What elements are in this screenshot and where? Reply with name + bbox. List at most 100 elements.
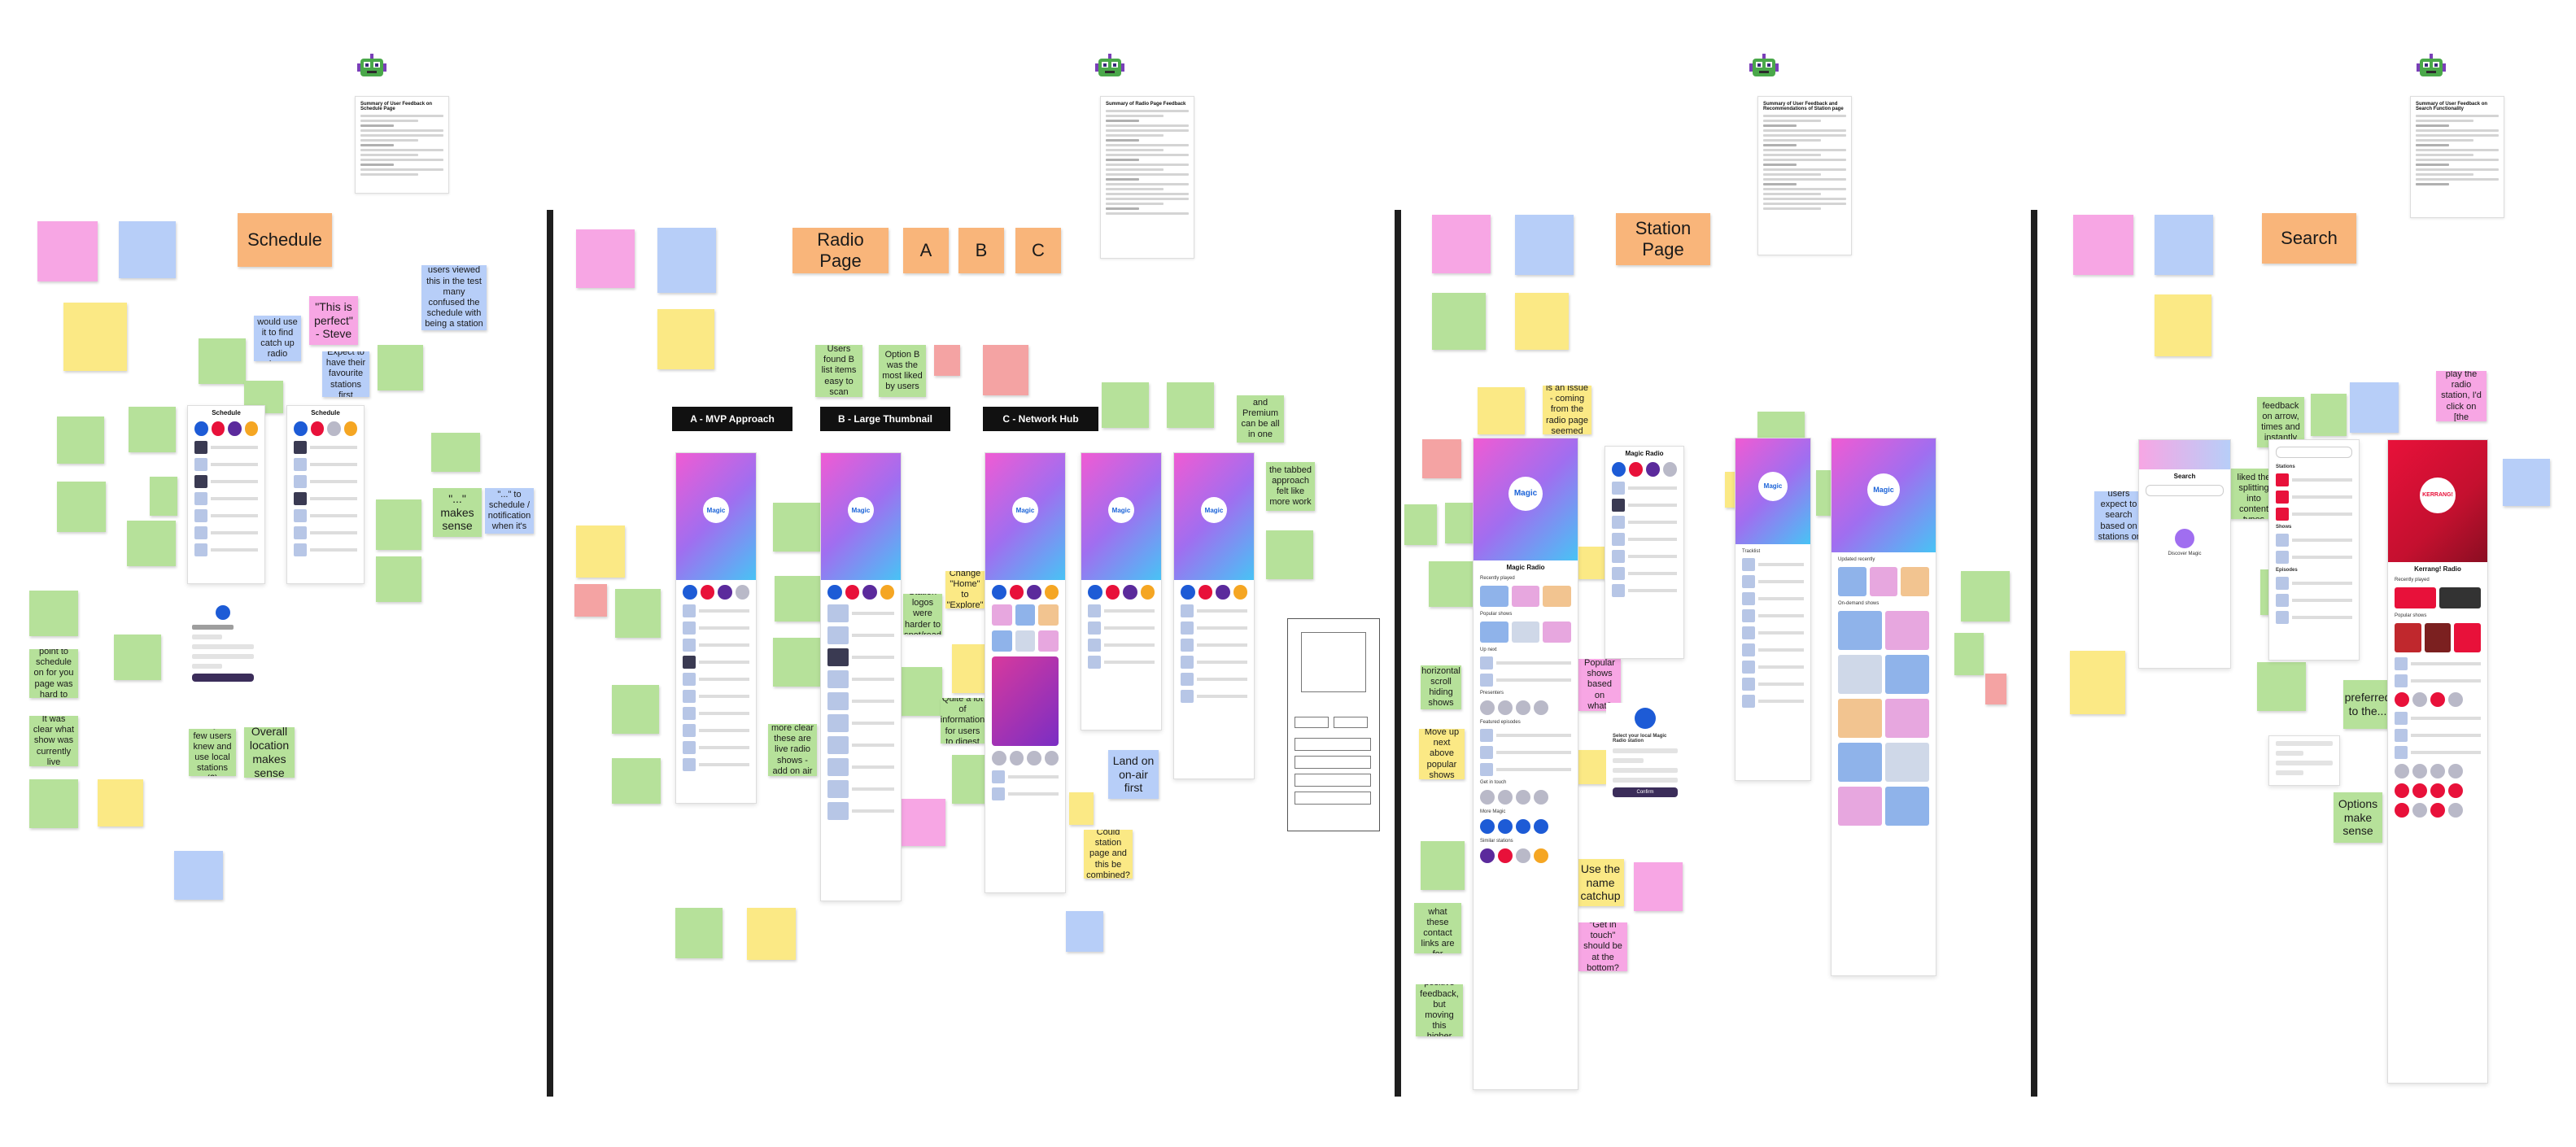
note-yellow[interactable] <box>98 779 143 826</box>
sticky-yellow-stack[interactable] <box>63 303 127 371</box>
note-move-up[interactable]: Move up next above popular shows <box>1419 729 1465 779</box>
note-option-b[interactable]: Option B was the most liked by users <box>879 345 926 397</box>
wireframe-mock[interactable] <box>1287 618 1380 831</box>
note-green[interactable] <box>612 758 661 804</box>
note-green[interactable] <box>199 338 246 384</box>
note-red[interactable] <box>1985 674 2006 704</box>
note-green[interactable] <box>29 779 78 828</box>
search-mock-results[interactable]: Stations Shows Episodes <box>2268 439 2360 661</box>
sticky-pink[interactable] <box>37 221 98 281</box>
note-catchup[interactable]: Some would use it to find catch up radio… <box>254 316 301 361</box>
note-green[interactable] <box>1102 382 1149 428</box>
search-report-doc[interactable]: Summary of User Feedback on Search Funct… <box>2410 96 2504 218</box>
note-red[interactable] <box>983 345 1028 395</box>
note-green[interactable] <box>1421 841 1465 890</box>
note-green[interactable] <box>376 556 421 602</box>
section-title-station-page[interactable]: Station Page <box>1616 213 1710 265</box>
note-green[interactable] <box>127 521 176 566</box>
radio-mock-c3[interactable]: Magic <box>1173 452 1255 779</box>
sticky-blue[interactable] <box>657 228 716 293</box>
note-tabbed[interactable]: the tabbed approach felt like more work <box>1266 462 1315 511</box>
sticky-yellow[interactable] <box>657 309 714 369</box>
tab-large-thumbnail[interactable]: B - Large Thumbnail <box>820 407 950 431</box>
note-green[interactable] <box>773 638 820 687</box>
radio-mock-c1[interactable]: Magic <box>985 452 1066 893</box>
schedule-report-doc[interactable]: Summary of User Feedback on Schedule Pag… <box>355 96 449 194</box>
note-change-home[interactable]: Change "Home" to "Explore" <box>945 571 985 608</box>
note-green[interactable] <box>57 482 106 532</box>
search-input[interactable] <box>2276 447 2352 458</box>
select-station-mock[interactable]: Select your local Magic Radio station Co… <box>1606 703 1684 833</box>
note-green[interactable] <box>57 416 104 464</box>
note-yellow[interactable] <box>576 526 625 578</box>
kerrang-station-mock[interactable]: KERRANG! Kerrang! Radio Recently played … <box>2387 439 2488 1084</box>
station-mock-schedule[interactable]: Magic Radio <box>1605 446 1684 659</box>
option-c-note[interactable]: C <box>1015 228 1061 273</box>
station-mock-tracklist[interactable]: Magic Tracklist <box>1735 438 1811 781</box>
sticky-blue[interactable] <box>2155 215 2213 275</box>
note-this-is-perfect[interactable]: "This is perfect" - Steve <box>309 296 358 345</box>
confirm-button[interactable]: Confirm <box>1613 787 1678 797</box>
note-green[interactable] <box>615 589 661 638</box>
note-green[interactable] <box>895 667 942 716</box>
note-lot-info[interactable]: Quite a lot of information for users to … <box>941 698 985 744</box>
note-station-logos[interactable]: Station logos were harder to spot/read <box>903 594 942 635</box>
search-mock-menu[interactable] <box>2268 735 2340 786</box>
note-options[interactable]: Options make sense <box>2334 792 2382 843</box>
schedule-phone-mock[interactable]: Schedule <box>187 405 265 584</box>
note-land[interactable]: Land on on-air first <box>1108 750 1159 799</box>
note-green[interactable] <box>675 908 723 958</box>
note-red[interactable] <box>934 345 960 376</box>
sticky-blue[interactable] <box>119 221 176 278</box>
radio-mock-a[interactable]: Magic <box>675 452 757 804</box>
section-title-search[interactable]: Search <box>2262 213 2356 264</box>
sticky-blue[interactable] <box>1515 215 1574 275</box>
note-green[interactable] <box>150 477 177 516</box>
radio-mock-c2[interactable]: Magic <box>1081 452 1162 731</box>
select-station-mock[interactable] <box>186 600 260 714</box>
note-green[interactable] <box>29 591 78 636</box>
note-simple[interactable]: It was clear what show was currently liv… <box>29 716 78 766</box>
note-makes-sense[interactable]: "..." makes sense <box>433 488 482 537</box>
sticky-yellow[interactable] <box>1515 293 1569 350</box>
note-yellow[interactable] <box>747 908 796 960</box>
note-blue[interactable] <box>1066 911 1103 952</box>
note-yellow[interactable] <box>1069 792 1094 825</box>
note-on-air[interactable]: On Air and Premium can be all in one pag… <box>1237 395 1284 443</box>
note-green[interactable] <box>2257 662 2306 711</box>
note-users-found[interactable]: Users found B list items easy to scan <box>815 345 862 397</box>
note-wanted-play[interactable]: "If I wanted to play the radio station, … <box>2436 371 2486 421</box>
note-yellow[interactable] <box>2070 651 2125 714</box>
note-green[interactable] <box>1429 561 1473 607</box>
note-blue[interactable] <box>2350 382 2399 433</box>
sticky-pink[interactable] <box>2073 215 2133 275</box>
note-notification[interactable]: Expect "..." to schedule / notification … <box>485 488 534 534</box>
note-yellow[interactable] <box>1575 750 1606 784</box>
note-get-in-touch[interactable]: "Get in touch" should be at the bottom? <box>1578 922 1627 971</box>
note-catchup[interactable]: Use the name catchup <box>1577 859 1624 906</box>
radio-report-doc[interactable]: Summary of Radio Page Feedback <box>1100 96 1194 259</box>
note-preferred[interactable]: preferred to the... <box>2343 680 2392 729</box>
note-green[interactable] <box>1167 382 1214 428</box>
radio-mock-b[interactable]: Magic <box>820 452 902 901</box>
sticky-pink[interactable] <box>576 229 635 288</box>
note-could-combine[interactable]: Could station page and this be combined? <box>1084 830 1133 879</box>
station-report-doc[interactable]: Summary of User Feedback and Recommendat… <box>1757 96 1852 255</box>
note-yellow[interactable] <box>1478 387 1525 434</box>
note-few-users[interactable]: Only a few users knew and use local stat… <box>189 729 236 776</box>
search-input[interactable] <box>2146 485 2224 496</box>
note-blue[interactable] <box>2503 459 2550 506</box>
note-horizontal[interactable]: horizontal scroll hiding shows <box>1421 665 1461 709</box>
note-green[interactable] <box>378 345 423 390</box>
note-pink[interactable] <box>897 799 945 846</box>
note-green[interactable] <box>775 576 822 621</box>
note-pink[interactable] <box>1634 862 1683 911</box>
note-confused[interactable]: In the prism users viewed this in the te… <box>421 265 487 330</box>
search-mock-empty[interactable]: Search Discover Magic <box>2138 439 2231 669</box>
sticky-blue-small[interactable] <box>174 851 223 900</box>
note-red[interactable] <box>574 584 607 617</box>
tab-network-hub[interactable]: C - Network Hub <box>983 407 1098 431</box>
note-green[interactable] <box>1266 530 1313 579</box>
note-favourites[interactable]: Expect to have their favourite stations … <box>322 351 369 397</box>
note-green[interactable] <box>612 685 659 734</box>
